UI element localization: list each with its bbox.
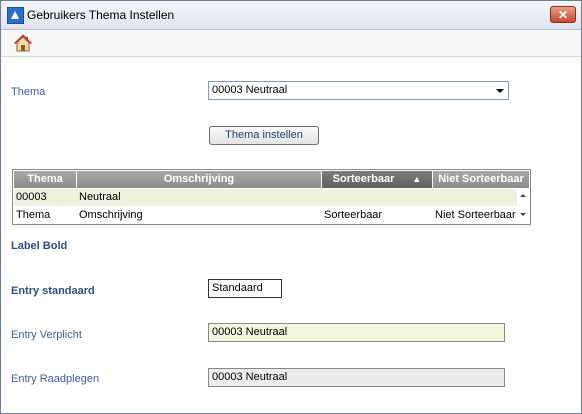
column-header-niet-sorteerbaar[interactable]: Niet Sorteerbaar <box>433 171 530 188</box>
window: Gebruikers Thema Instellen ✕ Thema 00003… <box>0 0 582 414</box>
label-bold: Label Bold <box>11 240 68 252</box>
cell-sorteerbaar: Sorteerbaar <box>324 209 383 221</box>
cell-omschrijving: Omschrijving <box>79 209 143 221</box>
column-header-sorteerbaar-label: Sorteerbaar <box>332 173 395 185</box>
thema-select[interactable]: 00003 Neutraal <box>208 81 509 100</box>
app-icon <box>7 7 24 24</box>
home-icon[interactable] <box>13 33 33 53</box>
title-bar: Gebruikers Thema Instellen ✕ <box>1 1 581 30</box>
entry-verplicht-field[interactable]: 00003 Neutraal <box>208 323 505 342</box>
entry-standaard-field[interactable]: Standaard <box>208 279 282 298</box>
grid-scrollbar[interactable] <box>517 188 530 224</box>
toolbar <box>1 30 581 57</box>
thema-instellen-button[interactable]: Thema instellen <box>209 126 319 145</box>
cell-omschrijving: Neutraal <box>79 191 121 203</box>
table-row[interactable]: 00003 Neutraal <box>14 189 530 206</box>
sort-ascending-icon: ▲ <box>412 174 422 184</box>
column-header-thema[interactable]: Thema <box>14 171 77 188</box>
window-title: Gebruikers Thema Instellen <box>27 8 175 22</box>
chevron-down-icon[interactable] <box>492 83 507 98</box>
entry-standaard-value: Standaard <box>212 282 263 294</box>
cell-thema: 00003 <box>16 191 47 203</box>
entry-verplicht-value: 00003 Neutraal <box>212 326 288 338</box>
entry-verplicht-label: Entry Verplicht <box>11 329 82 341</box>
thema-select-value: 00003 Neutraal <box>212 84 288 96</box>
close-button[interactable]: ✕ <box>550 6 576 23</box>
entry-standaard-label: Entry standaard <box>11 285 95 297</box>
cell-niet-sorteerbaar: Niet Sorteerbaar <box>435 209 516 221</box>
table-row[interactable]: Thema Omschrijving Sorteerbaar Niet Sort… <box>14 207 530 224</box>
column-header-sorteerbaar[interactable]: Sorteerbaar ▲ <box>322 171 433 188</box>
thema-label: Thema <box>11 86 46 98</box>
entry-raadplegen-value: 00003 Neutraal <box>212 371 288 383</box>
cell-thema: Thema <box>16 209 51 221</box>
entry-raadplegen-field: 00003 Neutraal <box>208 368 505 387</box>
thema-grid: Thema Omschrijving Sorteerbaar ▲ Niet Sor… <box>12 169 531 225</box>
entry-raadplegen-label: Entry Raadplegen <box>11 373 100 385</box>
column-header-omschrijving[interactable]: Omschrijving <box>77 171 322 188</box>
